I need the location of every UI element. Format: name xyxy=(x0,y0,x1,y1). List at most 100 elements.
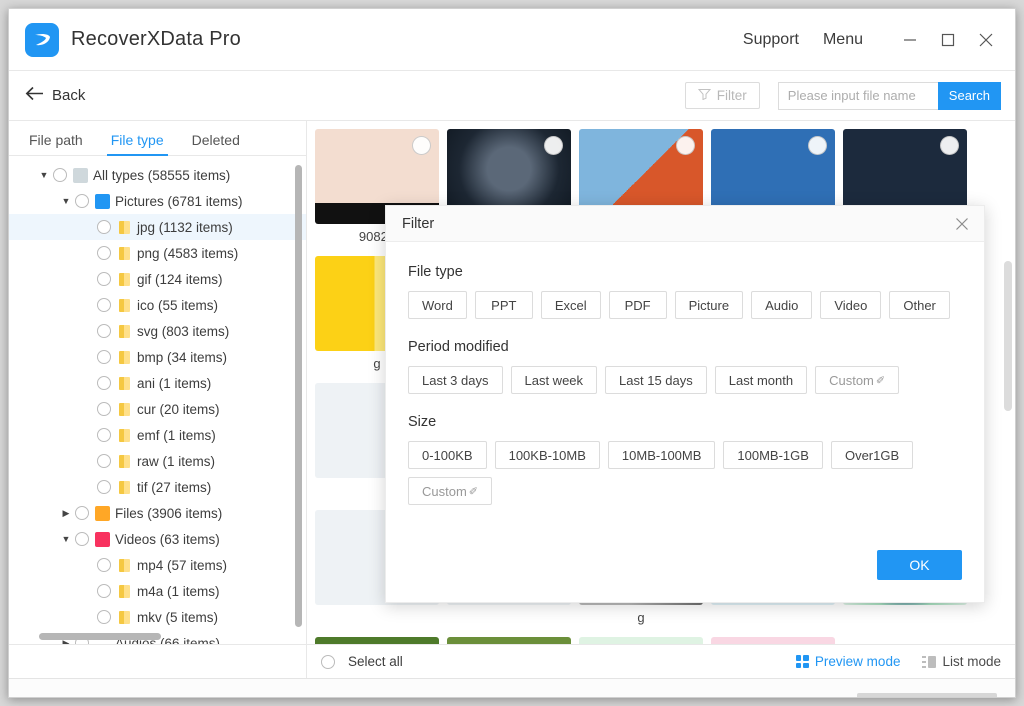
file-type-chips: Word PPT Excel PDF Picture Audio Video Other xyxy=(408,291,962,319)
close-icon[interactable] xyxy=(952,214,972,234)
maximize-icon[interactable] xyxy=(933,25,963,55)
tree-node[interactable]: gif (124 items) xyxy=(9,266,306,292)
tree-node-radio-icon[interactable] xyxy=(97,402,111,417)
chip-last-3-days[interactable]: Last 3 days xyxy=(408,366,503,394)
chip-pdf[interactable]: PDF xyxy=(608,291,667,319)
tree-node-label: Files (3906 items) xyxy=(115,505,223,521)
app-title: RecoverXData Pro xyxy=(71,28,241,50)
chip-excel[interactable]: Excel xyxy=(540,291,601,319)
thumbnail-cell[interactable] xyxy=(447,637,571,644)
thumbnail-select-circle[interactable] xyxy=(940,136,959,155)
tree-node[interactable]: tif (27 items) xyxy=(9,474,306,500)
back-button[interactable]: Back xyxy=(25,86,85,105)
chip-ppt[interactable]: PPT xyxy=(474,291,533,319)
tree-node[interactable]: emf (1 items) xyxy=(9,422,306,448)
tree-node[interactable]: mp4 (57 items) xyxy=(9,552,306,578)
support-link[interactable]: Support xyxy=(743,31,799,49)
minimize-icon[interactable] xyxy=(895,25,925,55)
search-input[interactable] xyxy=(777,81,938,110)
tree-node-radio-icon[interactable] xyxy=(97,480,111,495)
thumbnail-image[interactable] xyxy=(447,637,571,644)
close-icon[interactable] xyxy=(971,25,1001,55)
chip-last-month[interactable]: Last month xyxy=(714,366,808,394)
tree-node[interactable]: cur (20 items) xyxy=(9,396,306,422)
tree-node[interactable]: ▼ Pictures (6781 items) xyxy=(9,188,306,214)
chevron-down-icon[interactable]: ▼ xyxy=(57,196,75,206)
tree-node[interactable]: ani (1 items) xyxy=(9,370,306,396)
tab-deleted[interactable]: Deleted xyxy=(178,132,254,155)
select-all-checkbox[interactable]: Select all xyxy=(321,654,403,669)
chevron-down-icon[interactable]: ▼ xyxy=(57,534,75,544)
tree-horizontal-scrollbar[interactable] xyxy=(17,633,293,640)
search-button[interactable]: Search xyxy=(937,81,1001,110)
chip-picture[interactable]: Picture xyxy=(674,291,744,319)
tree-node[interactable]: mkv (5 items) xyxy=(9,604,306,630)
preview-mode-button[interactable]: Preview mode xyxy=(795,654,900,669)
chip-other[interactable]: Other xyxy=(889,291,950,319)
file-type-tree[interactable]: ▼ All types (58555 items) ▼ Pictures (6781 … xyxy=(9,156,306,644)
thumbnail-select-circle[interactable] xyxy=(808,136,827,155)
chip-word[interactable]: Word xyxy=(408,291,467,319)
thumbnail-image[interactable] xyxy=(711,637,835,644)
tree-node[interactable]: png (4583 items) xyxy=(9,240,306,266)
chip-last-15-days[interactable]: Last 15 days xyxy=(605,366,707,394)
ok-button[interactable]: OK xyxy=(877,550,962,580)
tree-node-radio-icon[interactable] xyxy=(97,272,111,287)
select-all-label: Select all xyxy=(348,654,403,669)
chip-period-custom[interactable]: Custom ✐ xyxy=(815,366,900,394)
thumbnail-cell[interactable] xyxy=(579,637,703,644)
chip-last-week[interactable]: Last week xyxy=(510,366,598,394)
thumbnail-select-circle[interactable] xyxy=(412,136,431,155)
folder-icon xyxy=(119,610,130,624)
chip-audio[interactable]: Audio xyxy=(751,291,813,319)
tree-node[interactable]: ▼ All types (58555 items) xyxy=(9,162,306,188)
tree-node-radio-icon[interactable] xyxy=(75,532,89,547)
tree-node[interactable]: ico (55 items) xyxy=(9,292,306,318)
tree-node-radio-icon[interactable] xyxy=(53,168,67,183)
tree-node-radio-icon[interactable] xyxy=(97,558,111,573)
chevron-right-icon[interactable]: ▶ xyxy=(57,508,75,519)
tree-node[interactable]: raw (1 items) xyxy=(9,448,306,474)
chip-100kb-10mb[interactable]: 100KB-10MB xyxy=(494,441,600,469)
content-scrollbar[interactable] xyxy=(1004,261,1012,411)
thumbnail-image[interactable] xyxy=(579,637,703,644)
tree-node[interactable]: bmp (34 items) xyxy=(9,344,306,370)
chip-over1gb[interactable]: Over1GB xyxy=(830,441,914,469)
app-logo-icon xyxy=(25,22,59,57)
chip-size-custom[interactable]: Custom ✐ xyxy=(408,477,493,505)
tree-node-radio-icon[interactable] xyxy=(97,376,111,391)
tree-node-radio-icon[interactable] xyxy=(97,220,111,235)
tree-node[interactable]: m4a (1 items) xyxy=(9,578,306,604)
thumbnail-cell[interactable] xyxy=(315,637,439,644)
thumbnail-cell[interactable] xyxy=(711,637,835,644)
tree-node-radio-icon[interactable] xyxy=(97,584,111,599)
tree-node-radio-icon[interactable] xyxy=(75,506,89,521)
chevron-down-icon[interactable]: ▼ xyxy=(35,170,53,180)
tree-node-radio-icon[interactable] xyxy=(97,246,111,261)
tree-node[interactable]: jpg (1132 items) xyxy=(9,214,306,241)
tree-node-radio-icon[interactable] xyxy=(97,428,111,443)
tree-node-radio-icon[interactable] xyxy=(97,610,111,625)
chip-0-100kb[interactable]: 0-100KB xyxy=(408,441,487,469)
tree-node-radio-icon[interactable] xyxy=(97,350,111,365)
tab-file-path[interactable]: File path xyxy=(15,132,97,155)
tree-node[interactable]: ▶ Files (3906 items) xyxy=(9,500,306,526)
menu-link[interactable]: Menu xyxy=(823,31,863,49)
tree-node[interactable]: ▼ Videos (63 items) xyxy=(9,526,306,552)
thumbnail-image[interactable] xyxy=(315,637,439,644)
filter-button[interactable]: Filter xyxy=(684,82,760,109)
tab-file-type[interactable]: File type xyxy=(97,132,178,157)
chip-video[interactable]: Video xyxy=(820,291,882,319)
tree-node[interactable]: svg (803 items) xyxy=(9,318,306,344)
tree-node-radio-icon[interactable] xyxy=(97,324,111,339)
recover-button[interactable]: Recover xyxy=(857,692,997,697)
thumbnail-select-circle[interactable] xyxy=(544,136,563,155)
tree-node-radio-icon[interactable] xyxy=(97,298,111,313)
tree-node-radio-icon[interactable] xyxy=(75,194,89,209)
tree-vertical-scrollbar[interactable] xyxy=(295,165,302,641)
chip-10mb-100mb[interactable]: 10MB-100MB xyxy=(607,441,716,469)
chip-100mb-1gb[interactable]: 100MB-1GB xyxy=(723,441,823,469)
list-mode-button[interactable]: List mode xyxy=(922,654,1001,669)
thumbnail-select-circle[interactable] xyxy=(676,136,695,155)
tree-node-radio-icon[interactable] xyxy=(97,454,111,469)
